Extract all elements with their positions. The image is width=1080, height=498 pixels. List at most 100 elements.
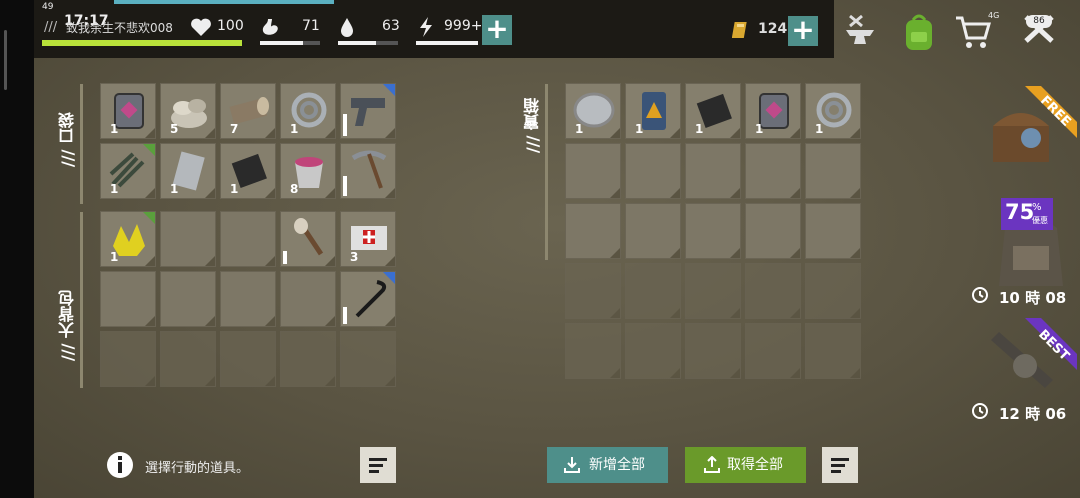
sort-chest-button[interactable] (822, 447, 858, 483)
shop-cart-icon[interactable] (953, 12, 993, 52)
chest-empty-slot[interactable] (685, 203, 741, 259)
backpack-empty-slot[interactable] (100, 271, 156, 327)
item-count: 1 (755, 122, 764, 136)
backpack-slot[interactable]: 1 (100, 211, 156, 267)
anvil-icon[interactable] (842, 12, 880, 50)
chest-empty-slot[interactable] (805, 203, 861, 259)
backpack-empty-slot[interactable] (160, 271, 216, 327)
pocket-slot[interactable] (340, 143, 396, 199)
chest-empty-slot[interactable] (745, 203, 801, 259)
backpack-empty-slot[interactable] (160, 211, 216, 267)
device-edge (0, 0, 34, 498)
item-count: 1 (110, 182, 119, 196)
chest-empty-slot[interactable] (685, 263, 741, 319)
energy-plus-button[interactable]: + (482, 15, 512, 45)
chest-empty-slot[interactable] (565, 323, 621, 379)
backpack-divider (80, 212, 83, 388)
durability-bar (283, 251, 287, 264)
chest-divider (545, 84, 548, 260)
backpack-empty-slot[interactable] (280, 331, 336, 387)
backpack-label: /// 大背包 (58, 290, 77, 362)
chest-empty-slot[interactable] (565, 263, 621, 319)
chest-empty-slot[interactable] (685, 323, 741, 379)
top-hud: 49 17:17 /// 致我余生不悲欢008 100 71 63 999+ + (34, 0, 834, 58)
rarity-marker (383, 84, 395, 96)
pocket-slot[interactable]: 7 (220, 83, 276, 139)
pocket-slot[interactable]: 1 (280, 83, 336, 139)
discount-suffix: % (1032, 202, 1042, 213)
take-all-button[interactable]: 取得全部 (685, 447, 806, 483)
sort-pocket-button[interactable] (360, 447, 396, 483)
info-icon (107, 452, 133, 478)
chest-empty-slot[interactable] (745, 323, 801, 379)
durability-bar (343, 307, 347, 324)
upload-icon (704, 456, 720, 473)
chest-empty-slot[interactable] (805, 143, 861, 199)
torch-icon (294, 218, 324, 256)
player-name-marks: /// (44, 20, 58, 35)
chest-empty-slot[interactable] (625, 323, 681, 379)
best-offer[interactable]: BEST 12 時 06 (972, 318, 1077, 428)
pickaxe-icon (351, 150, 387, 189)
pocket-slot[interactable]: 1 (160, 143, 216, 199)
discount-value: 75 (1005, 200, 1035, 224)
durability-bar (343, 176, 347, 196)
pocket-slot[interactable]: 5 (160, 83, 216, 139)
backpack-slot[interactable] (280, 211, 336, 267)
backpack-empty-slot[interactable] (220, 271, 276, 327)
backpack-empty-slot[interactable] (160, 331, 216, 387)
pocket-slot[interactable]: 1 (100, 83, 156, 139)
backpack-empty-slot[interactable] (100, 331, 156, 387)
chest-empty-slot[interactable] (565, 203, 621, 259)
chest-slot[interactable]: 1 (565, 83, 621, 139)
chest-slot[interactable]: 1 (805, 83, 861, 139)
backpack-empty-slot[interactable] (220, 211, 276, 267)
water-drop-icon (341, 18, 353, 37)
player-name: 致我余生不悲欢008 (66, 21, 173, 35)
energy-value: 999+ (444, 18, 483, 34)
item-count: 1 (635, 122, 644, 136)
chest-empty-slot[interactable] (745, 263, 801, 319)
chest-empty-slot[interactable] (625, 263, 681, 319)
chest-slot[interactable]: 1 (745, 83, 801, 139)
item-count: 1 (110, 250, 119, 264)
deposit-all-button[interactable]: 新增全部 (547, 447, 668, 483)
chest-empty-slot[interactable] (805, 263, 861, 319)
pocket-slot[interactable]: 1 (100, 143, 156, 199)
pocket-slot[interactable]: 8 (280, 143, 336, 199)
chest-empty-slot[interactable] (805, 323, 861, 379)
backpack-empty-slot[interactable] (220, 331, 276, 387)
rarity-marker (143, 144, 155, 156)
chest-empty-slot[interactable] (625, 203, 681, 259)
deposit-all-label: 新增全部 (589, 457, 645, 473)
item-count: 1 (815, 122, 824, 136)
xp-bar (114, 0, 334, 4)
backpack-slot[interactable]: 3 (340, 211, 396, 267)
free-offer[interactable]: FREE (985, 86, 1077, 178)
discount-offer[interactable]: 75 % 優惠 10 時 08 (972, 198, 1077, 310)
chest-empty-slot[interactable] (745, 143, 801, 199)
pocket-slot[interactable] (340, 83, 396, 139)
backpack-slot[interactable] (340, 271, 396, 327)
gold-bar-icon (732, 22, 747, 38)
status-network: 4G (988, 11, 1000, 20)
item-count: 3 (350, 250, 359, 264)
chest-empty-slot[interactable] (625, 143, 681, 199)
status-battery: 86 (1026, 15, 1052, 28)
gold-plus-button[interactable]: + (788, 16, 818, 46)
backpack-empty-slot[interactable] (280, 271, 336, 327)
chest-slot[interactable]: 1 (625, 83, 681, 139)
pocket-slot[interactable]: 1 (220, 143, 276, 199)
discount-timer: 10 時 08 (999, 289, 1067, 307)
pocket-divider (80, 84, 83, 204)
rarity-marker (383, 272, 395, 284)
backpack-icon[interactable] (900, 12, 938, 52)
chest-empty-slot[interactable] (565, 143, 621, 199)
chest-slot[interactable]: 1 (685, 83, 741, 139)
hint-text: 選擇行動的道具。 (145, 461, 250, 476)
player-xp-bar (42, 40, 242, 46)
item-count: 8 (290, 182, 299, 196)
item-count: 1 (575, 122, 584, 136)
chest-empty-slot[interactable] (685, 143, 741, 199)
backpack-empty-slot[interactable] (340, 331, 396, 387)
